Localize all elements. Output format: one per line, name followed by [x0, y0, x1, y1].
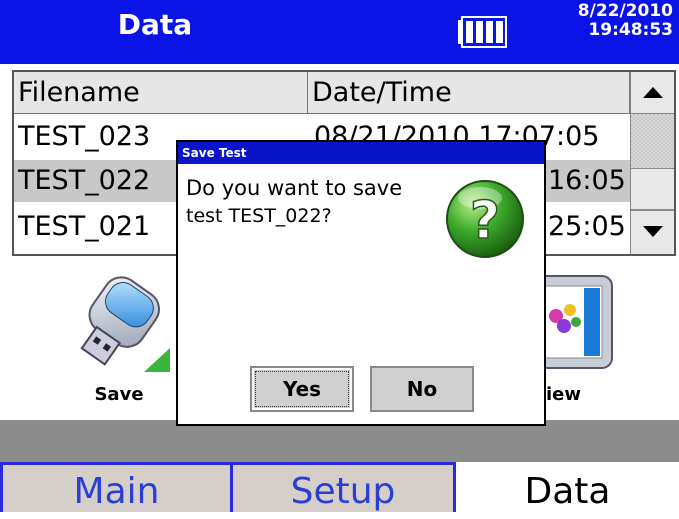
page-title: Data	[117, 8, 193, 41]
dialog-title: Save Test	[178, 142, 544, 164]
view-label[interactable]: iew	[546, 384, 586, 405]
dialog-message: Do you want to save test TEST_022?	[186, 174, 446, 230]
filename-cell: TEST_023	[18, 121, 151, 152]
save-label[interactable]: Save	[86, 384, 152, 405]
date-text: 8/22/2010	[577, 1, 673, 21]
datetime-display: 8/22/2010 19:48:53	[578, 2, 673, 40]
save-test-dialog: Save Test Do you want to save test TEST_…	[176, 140, 546, 426]
svg-text:?: ?	[470, 191, 500, 251]
yes-button-label: Yes	[255, 371, 349, 407]
dialog-message-line: Do you want to save	[186, 176, 403, 200]
battery-full-icon	[458, 16, 507, 48]
tab-setup[interactable]: Setup	[230, 462, 456, 512]
tab-main[interactable]: Main	[0, 462, 230, 512]
scroll-down-button[interactable]	[630, 210, 674, 254]
filename-cell: TEST_021	[18, 211, 151, 242]
column-header-datetime[interactable]: Date/Time	[308, 72, 630, 114]
arrow-up-icon	[643, 87, 663, 98]
time-text: 19:48:53	[588, 20, 673, 40]
dialog-message-line: test TEST_022?	[186, 205, 332, 227]
datetime-cell: 25:05	[548, 211, 626, 242]
arrow-down-icon	[643, 226, 663, 237]
filename-cell: TEST_022	[18, 165, 151, 196]
tab-data[interactable]: Data	[456, 462, 679, 512]
scroll-up-button[interactable]	[630, 72, 674, 114]
column-header-filename[interactable]: Filename	[14, 72, 308, 114]
datetime-cell: 16:05	[548, 165, 626, 196]
no-button[interactable]: No	[370, 366, 474, 412]
scrollbar-thumb[interactable]	[630, 168, 674, 210]
status-strip	[0, 420, 679, 462]
yes-button[interactable]: Yes	[250, 366, 354, 412]
question-icon: ?	[446, 180, 524, 258]
usb-drive-icon[interactable]	[66, 268, 176, 376]
